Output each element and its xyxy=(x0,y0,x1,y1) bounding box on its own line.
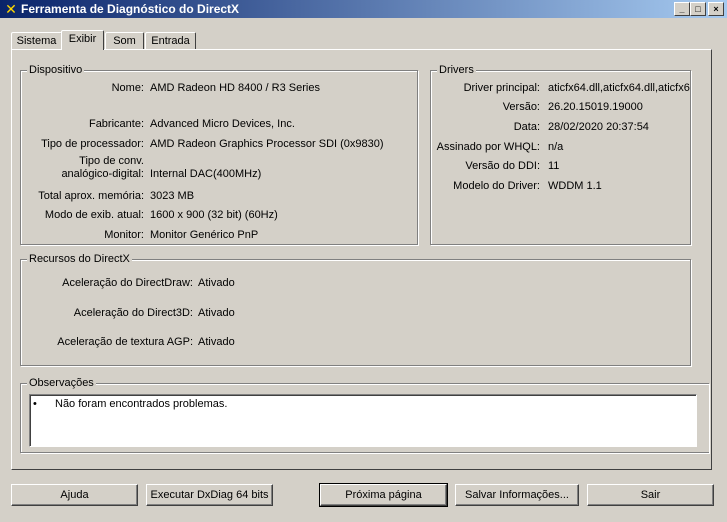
close-button[interactable]: × xyxy=(708,2,724,16)
device-group: Dispositivo Nome: AMD Radeon HD 8400 / R… xyxy=(20,63,418,245)
directx-features-group: Recursos do DirectX Aceleração do Direct… xyxy=(20,252,691,366)
directdraw-accel-label: Aceleração do DirectDraw: xyxy=(62,277,193,289)
tab-panel-exibir: Dispositivo Nome: AMD Radeon HD 8400 / R… xyxy=(11,49,712,470)
tab-exibir[interactable]: Exibir xyxy=(61,30,104,50)
directdraw-accel-value: Ativado xyxy=(198,277,235,289)
driver-date-label: Data: xyxy=(513,121,540,133)
note-item: Não foram encontrados problemas. xyxy=(55,398,228,410)
run-dxdiag-64-button[interactable]: Executar DxDiag 64 bits xyxy=(146,484,273,506)
main-driver-value: aticfx64.dll,aticfx64.dll,aticfx64 xyxy=(548,82,690,94)
dac-type-label-line1: Tipo de conv. xyxy=(79,155,144,167)
manufacturer-label: Fabricante: xyxy=(88,118,144,130)
total-memory-value: 3023 MB xyxy=(150,190,195,202)
tab-entrada[interactable]: Entrada xyxy=(145,32,196,49)
save-info-button[interactable]: Salvar Informações... xyxy=(455,484,579,506)
agp-texture-accel-label: Aceleração de textura AGP: xyxy=(57,336,193,348)
maximize-button[interactable]: □ xyxy=(690,2,706,16)
ddi-version-value: 11 xyxy=(548,160,560,172)
device-name-value: AMD Radeon HD 8400 / R3 Series xyxy=(150,82,320,94)
display-mode-value: 1600 x 900 (32 bit) (60Hz) xyxy=(150,209,278,221)
main-driver-label: Driver principal: xyxy=(463,82,540,94)
tab-sistema[interactable]: Sistema xyxy=(11,32,62,49)
driver-version-value: 26.20.15019.19000 xyxy=(548,101,643,113)
manufacturer-value: Advanced Micro Devices, Inc. xyxy=(150,118,295,130)
tab-som[interactable]: Som xyxy=(105,32,144,49)
help-button[interactable]: Ajuda xyxy=(11,484,138,506)
processor-type-label: Tipo de processador: xyxy=(41,138,144,150)
dac-type-label-line2: analógico-digital: xyxy=(61,168,144,180)
drivers-group: Drivers Driver principal: aticfx64.dll,a… xyxy=(430,63,691,245)
ddi-version-label: Versão do DDI: xyxy=(465,160,540,172)
drivers-group-title: Drivers xyxy=(437,63,476,77)
title-bar: ✕ Ferramenta de Diagnóstico do DirectX _… xyxy=(0,0,727,18)
dac-type-value: Internal DAC(400MHz) xyxy=(150,168,262,180)
driver-date-value: 28/02/2020 20:37:54 xyxy=(548,121,649,133)
monitor-value: Monitor Genérico PnP xyxy=(150,229,259,241)
next-page-button[interactable]: Próxima página xyxy=(319,483,448,507)
driver-model-value: WDDM 1.1 xyxy=(548,180,602,192)
direct3d-accel-value: Ativado xyxy=(198,307,235,319)
notes-textbox[interactable]: • Não foram encontrados problemas. xyxy=(29,394,697,447)
device-group-title: Dispositivo xyxy=(27,63,85,77)
driver-version-label: Versão: xyxy=(502,101,540,113)
exit-button[interactable]: Sair xyxy=(587,484,714,506)
minimize-button[interactable]: _ xyxy=(674,2,690,16)
whql-value: n/a xyxy=(548,141,564,153)
directx-x-icon: ✕ xyxy=(5,1,17,17)
notes-group: Observações • Não foram encontrados prob… xyxy=(20,376,709,453)
directx-features-title: Recursos do DirectX xyxy=(27,252,132,266)
processor-type-value: AMD Radeon Graphics Processor SDI (0x983… xyxy=(150,138,384,150)
total-memory-label: Total aprox. memória: xyxy=(38,190,144,202)
whql-label: Assinado por WHQL: xyxy=(436,141,540,153)
driver-model-label: Modelo do Driver: xyxy=(453,180,540,192)
direct3d-accel-label: Aceleração do Direct3D: xyxy=(73,307,193,319)
device-name-label: Nome: xyxy=(111,82,144,94)
notes-group-title: Observações xyxy=(27,376,96,390)
monitor-label: Monitor: xyxy=(104,229,144,241)
note-bullet: • xyxy=(33,398,37,410)
agp-texture-accel-value: Ativado xyxy=(198,336,235,348)
display-mode-label: Modo de exib. atual: xyxy=(44,209,144,221)
window-title: Ferramenta de Diagnóstico do DirectX xyxy=(21,2,240,16)
